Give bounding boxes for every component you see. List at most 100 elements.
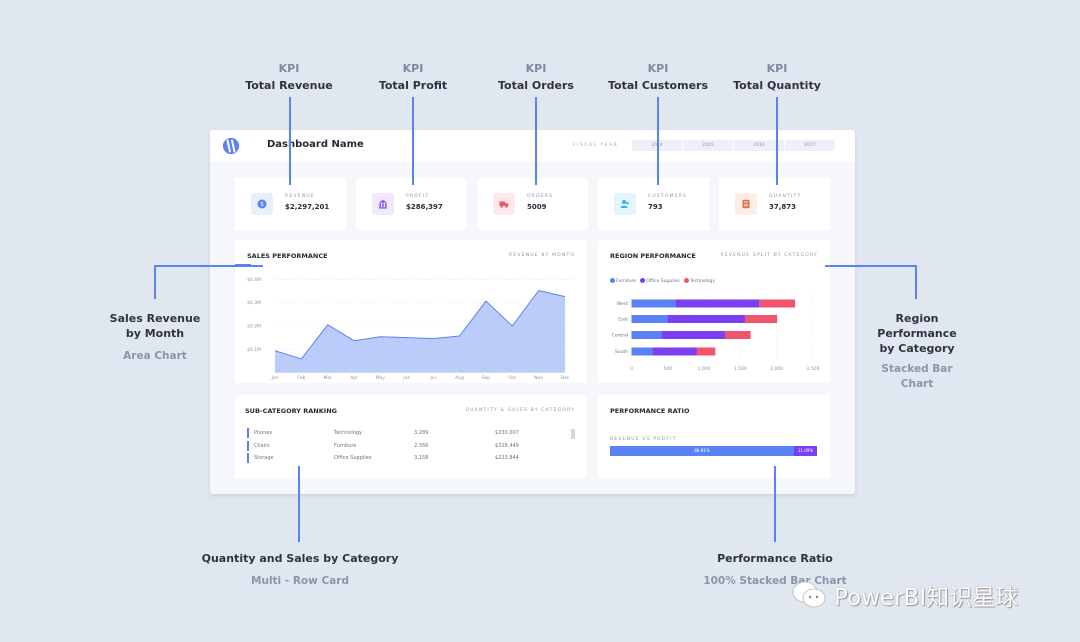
bar-segment	[744, 315, 778, 323]
annotation-kpi-total-customers: KPI Total Customers	[598, 62, 718, 92]
bar-segment	[631, 315, 668, 323]
annotation-kpi-total-profit: KPI Total Profit	[363, 62, 463, 92]
wechat-icon	[792, 581, 826, 608]
x-tick-label: Apr	[350, 375, 358, 381]
panel-title: PERFORMANCE RATIO	[610, 407, 690, 415]
scrollbar-thumb[interactable]	[571, 429, 575, 439]
dashboard-frame: Dashboard Name FISCAL YEAR 2014 2015 201…	[210, 130, 855, 494]
annotation-line: by Category	[879, 342, 955, 355]
bar-segment	[667, 315, 745, 323]
row-quantity: 2,356	[414, 443, 429, 449]
kpi-label: REVENUE	[285, 194, 315, 199]
fiscal-year-slicer: 2014 2015 2016 2017	[632, 140, 835, 151]
y-tick-label: $0.4M	[247, 277, 261, 283]
annotation-kpi-total-quantity: KPI Total Quantity	[722, 62, 832, 92]
box-icon	[735, 193, 757, 215]
callout-line-region-h	[825, 265, 917, 267]
region-stacked-bar-chart: 0 500 1,000 1,500 2,000 2,500 West East Central S…	[612, 292, 820, 372]
callout-line-customers	[657, 97, 659, 185]
x-tick-label: Jan	[271, 375, 279, 381]
callout-line-profit	[412, 97, 414, 185]
row-category: Technology	[334, 430, 363, 436]
y-tick-label: East	[618, 317, 628, 323]
y-tick-label: West	[617, 301, 628, 307]
callout-line-sales-h	[154, 265, 263, 267]
x-tick-label: 2,500	[807, 366, 820, 372]
truck-icon	[493, 193, 515, 215]
x-tick-label: May	[376, 375, 386, 381]
kpi-label: CUSTOMERS	[648, 194, 688, 199]
callout-line-orders	[535, 97, 537, 185]
kpi-value: 5009	[527, 203, 547, 211]
annotation-type: Stacked Bar	[881, 363, 953, 375]
kpi-value: 37,873	[769, 203, 797, 211]
list-item[interactable]: Phones Technology 3,289 $330,007	[247, 428, 567, 438]
y-tick-label: $0.2M	[247, 324, 261, 330]
x-tick-label: Aug	[455, 375, 464, 381]
annotation-kpi-total-revenue: KPI Total Revenue	[239, 62, 339, 92]
year-button-2015[interactable]: 2015	[683, 140, 733, 151]
y-tick-label: $0.3M	[247, 300, 261, 306]
ratio-segment-revenue[interactable]: 88.91%	[610, 446, 795, 456]
logo-icon	[222, 137, 240, 155]
y-tick-label: $0.1M	[247, 347, 261, 353]
row-category: Furniture	[334, 443, 357, 449]
y-tick-label: South	[615, 349, 628, 355]
kpi-card-quantity: QUANTITY 37,873	[719, 178, 830, 230]
dashboard-header: Dashboard Name FISCAL YEAR 2014 2015 201…	[210, 130, 855, 162]
row-indicator	[247, 428, 249, 438]
dashboard-title: Dashboard Name	[267, 139, 364, 150]
ratio-stacked-bar: 88.91% 11.09%	[610, 446, 817, 456]
callout-line-quantity	[776, 97, 778, 185]
annotation-title: Total Orders	[498, 79, 574, 92]
annotation-tag: KPI	[278, 62, 300, 75]
annotation-title: Total Revenue	[245, 79, 333, 92]
annotation-title: Performance Ratio	[717, 552, 833, 565]
ratio-segment-profit[interactable]: 11.09%	[794, 446, 817, 456]
x-tick-label: 2,000	[770, 366, 783, 372]
x-tick-label: Sep	[482, 375, 491, 381]
region-performance-card: REGION PERFORMANCE REVENUE SPLIT BY CATE…	[598, 240, 830, 383]
annotation-type: Multi - Row Card	[251, 575, 349, 587]
bar-segment	[652, 347, 697, 356]
watermark: PowerBI知识星球	[790, 578, 1018, 612]
kpi-label: ORDERS	[527, 194, 554, 199]
annotation-tag: KPI	[647, 62, 669, 75]
list-item[interactable]: Storage Office Supplies 3,158 $223,844	[247, 453, 567, 463]
bar-segment	[631, 347, 653, 356]
panel-subtitle: QUANTITY & SALES BY CATEGORY	[465, 408, 575, 413]
x-tick-label: 500	[664, 366, 673, 372]
bar-segment	[696, 347, 716, 356]
kpi-value: 793	[648, 203, 663, 211]
row-sales: $330,007	[495, 430, 519, 436]
annotation-subcategory: Quantity and Sales by Category Multi - R…	[190, 551, 410, 589]
performance-ratio-card: PERFORMANCE RATIO REVENUE VS PROFIT 88.9…	[598, 395, 830, 478]
bar-segment	[724, 331, 751, 339]
annotation-line: by Month	[125, 327, 185, 340]
annotation-type: Chart	[900, 378, 934, 390]
annotation-tag: KPI	[402, 62, 424, 75]
kpi-value: $286,397	[406, 203, 443, 211]
annotation-type: Area Chart	[123, 350, 187, 362]
x-tick-label: Feb	[297, 375, 305, 381]
bar-segment	[759, 299, 796, 308]
bar-segment	[631, 331, 662, 339]
x-tick-label: Nov	[534, 375, 543, 381]
row-indicator	[247, 453, 249, 463]
callout-line-sales-v	[154, 265, 156, 299]
annotation-region-performance: Region Performance by Category Stacked B…	[862, 311, 972, 392]
callout-line-region-v	[915, 265, 917, 299]
panel-title: SUB-CATEGORY RANKING	[245, 407, 337, 415]
x-tick-label: Oct	[508, 375, 516, 381]
list-item[interactable]: Chairs Furniture 2,356 $328,449	[247, 441, 567, 451]
dollar-icon: $	[251, 193, 273, 215]
callout-line-ratio	[774, 466, 776, 542]
fiscal-year-label: FISCAL YEAR	[573, 143, 619, 148]
year-button-2017[interactable]: 2017	[785, 140, 835, 151]
row-name: Chairs	[254, 443, 270, 449]
kpi-card-profit: PROFIT $286,397	[356, 178, 467, 230]
users-icon	[614, 193, 636, 215]
annotation-tag: KPI	[525, 62, 547, 75]
row-category: Office Supplies	[334, 455, 372, 461]
x-tick-label: Dec	[561, 375, 570, 381]
